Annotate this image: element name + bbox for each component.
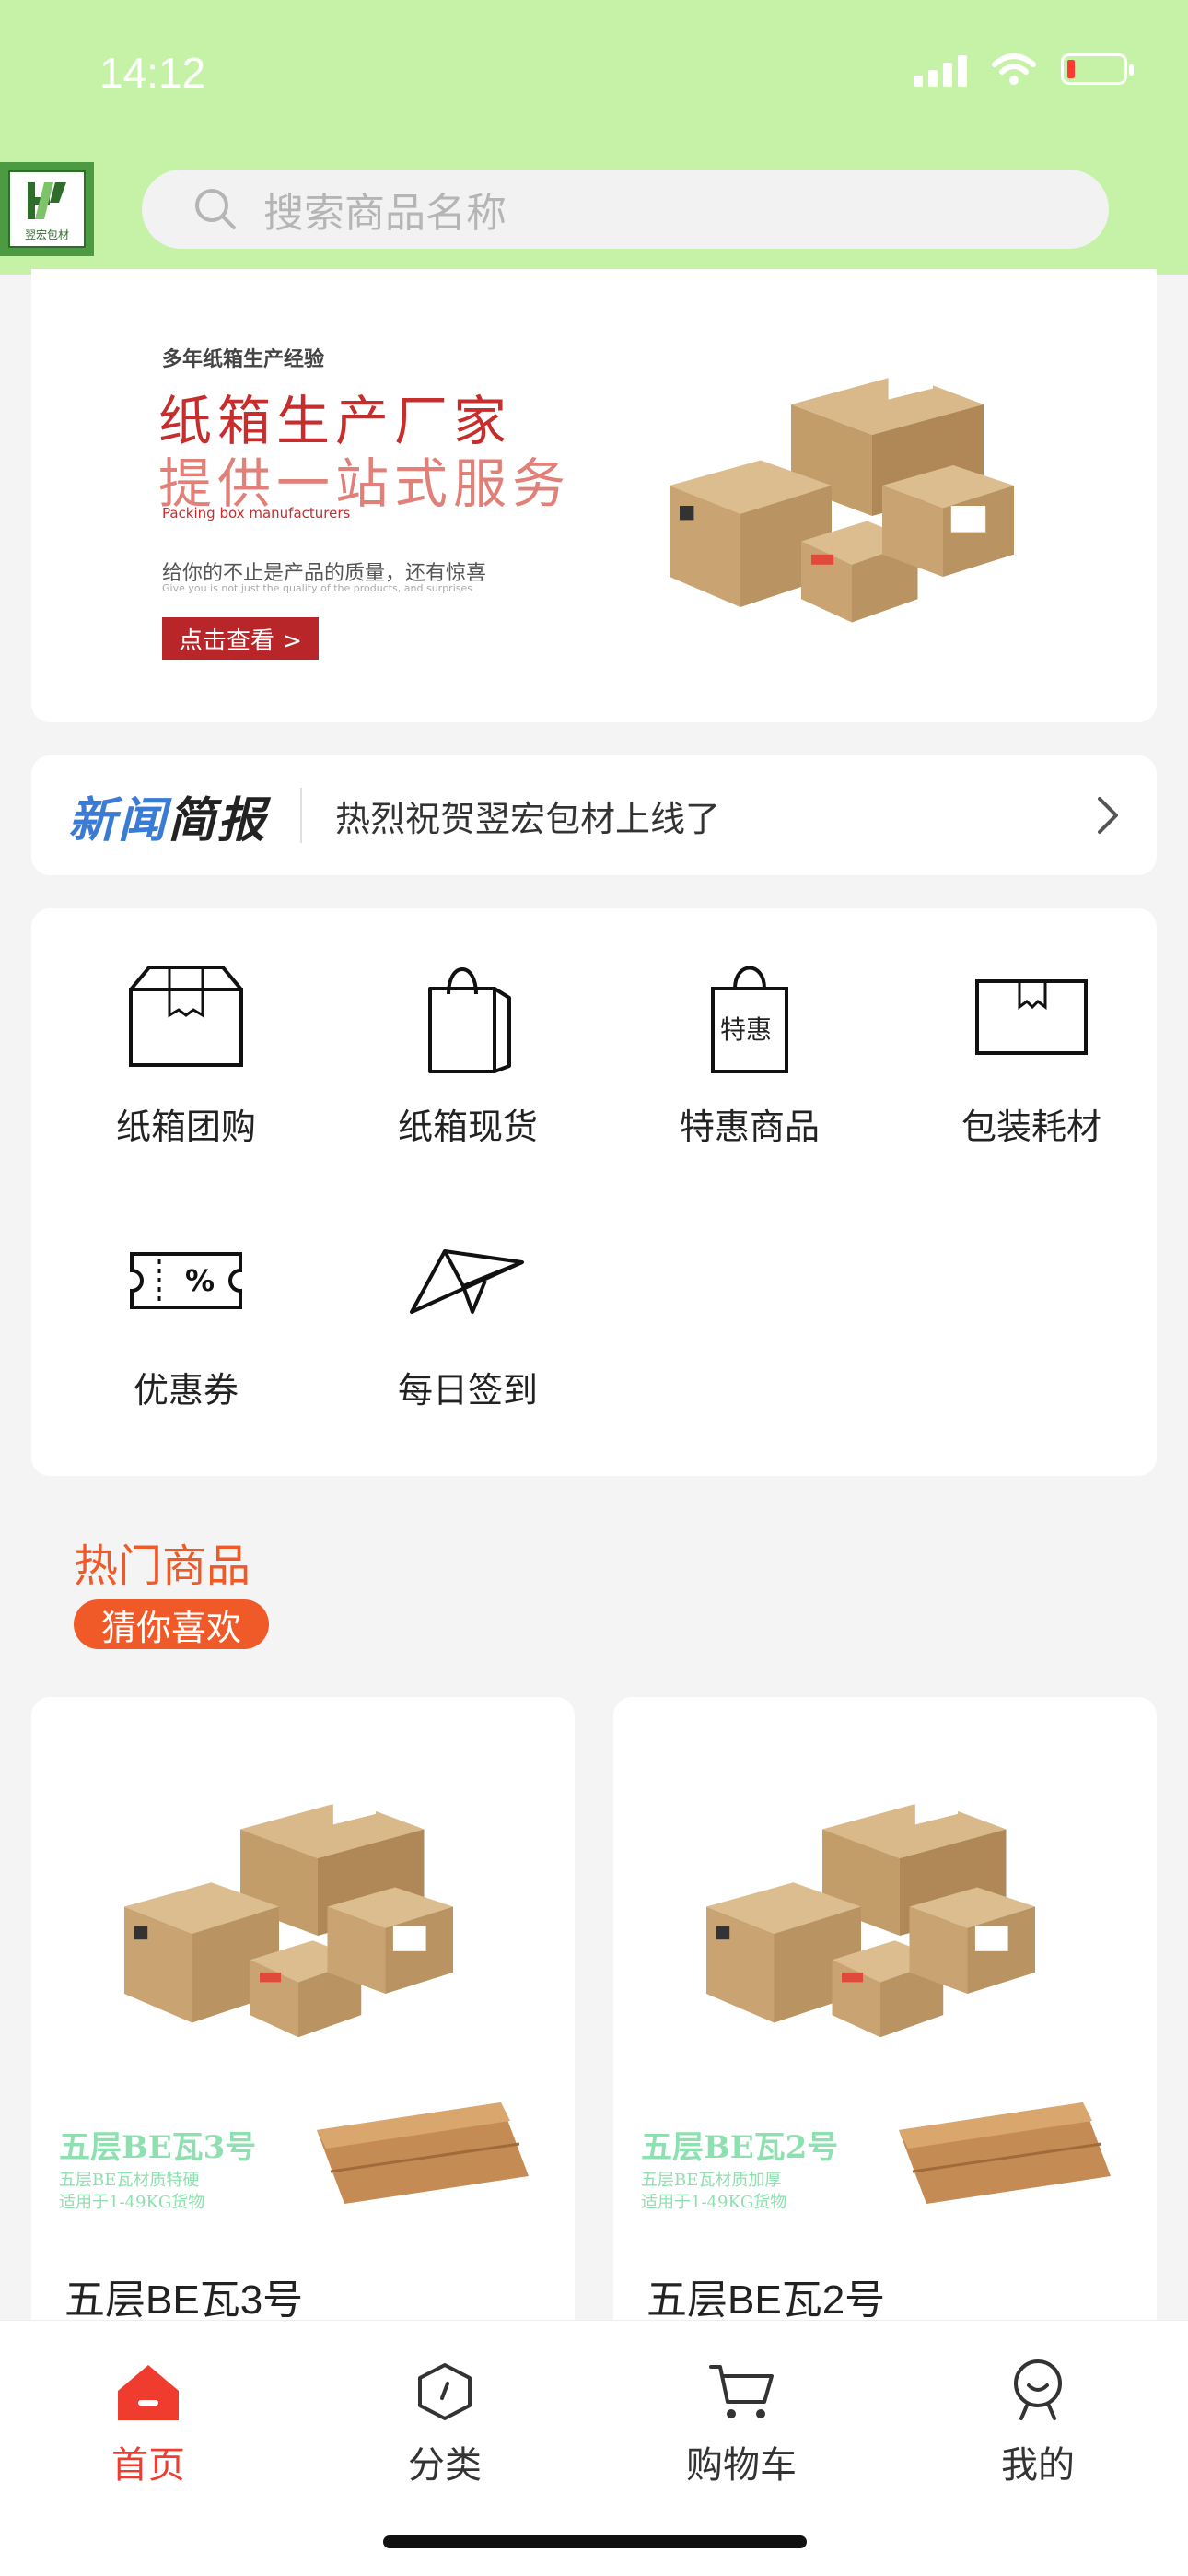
banner-view-button[interactable]: 点击查看 > bbox=[162, 617, 319, 660]
tab-label: 购物车 bbox=[686, 2444, 797, 2487]
product-name: 五层BE瓦2号 bbox=[646, 2277, 886, 2323]
svg-text:适用于1-49KG货物: 适用于1-49KG货物 bbox=[59, 2193, 204, 2212]
news-text: 热烈祝贺翌宏包材上线了 bbox=[335, 798, 721, 839]
guess-you-like-tag: 猜你喜欢 bbox=[74, 1599, 270, 1649]
special-badge: 特惠 bbox=[720, 1014, 773, 1045]
home-indicator[interactable] bbox=[383, 2535, 807, 2548]
news-divider bbox=[300, 788, 303, 843]
chevron-right-icon bbox=[1098, 797, 1118, 834]
tab-label: 首页 bbox=[111, 2444, 185, 2487]
tab-category[interactable]: 分类 bbox=[297, 2321, 593, 2488]
hot-products-title: 热门商品 bbox=[74, 1540, 251, 1592]
search-placeholder: 搜索商品名称 bbox=[263, 190, 507, 237]
cart-icon bbox=[709, 2365, 774, 2418]
grid-label: 纸箱现货 bbox=[397, 1107, 538, 1147]
grid-item-packaging[interactable]: 包装耗材 bbox=[893, 953, 1170, 1149]
grid-label: 包装耗材 bbox=[961, 1107, 1101, 1147]
box-icon bbox=[129, 966, 243, 1067]
svg-text:五层BE瓦3号: 五层BE瓦3号 bbox=[59, 2129, 256, 2166]
grid-item-in-stock[interactable]: 纸箱现货 bbox=[330, 953, 606, 1149]
shopping-bag-icon bbox=[428, 967, 511, 1073]
banner-boxes-image bbox=[670, 357, 1014, 623]
battery-icon bbox=[1061, 53, 1134, 85]
banner-subtitle: 多年纸箱生产经验 bbox=[162, 348, 325, 371]
tab-label: 我的 bbox=[1001, 2444, 1075, 2487]
grid-item-group-buy[interactable]: 纸箱团购 bbox=[48, 953, 324, 1149]
top-bar: 14:12 翌宏包材 搜索商品名称 bbox=[0, 0, 1188, 275]
promo-banner[interactable]: 多年纸箱生产经验 纸箱生产厂家 提供一站式服务 Packing box manu… bbox=[31, 269, 1157, 722]
banner-desc-en: Give you is not just the quality of the … bbox=[162, 582, 472, 594]
svg-text:%: % bbox=[185, 1263, 215, 1298]
grid-item-daily-checkin[interactable]: 每日签到 bbox=[330, 1216, 606, 1412]
grid-label: 特惠商品 bbox=[679, 1107, 820, 1147]
product-card[interactable]: 五层BE瓦3号 五层BE瓦材质特硬 适用于1-49KG货物 五层BE瓦3号 bbox=[31, 1697, 575, 2342]
svg-text:五层BE瓦2号: 五层BE瓦2号 bbox=[641, 2129, 838, 2166]
grid-label: 纸箱团购 bbox=[115, 1107, 256, 1147]
svg-text:五层BE瓦材质特硬: 五层BE瓦材质特硬 bbox=[59, 2171, 199, 2190]
search-bar[interactable]: 搜索商品名称 bbox=[142, 170, 1109, 249]
status-icons bbox=[914, 52, 1134, 87]
news-label: 新闻简报 bbox=[68, 792, 268, 849]
profile-icon bbox=[1014, 2359, 1062, 2420]
home-icon bbox=[118, 2365, 179, 2420]
svg-text:适用于1-49KG货物: 适用于1-49KG货物 bbox=[641, 2193, 786, 2212]
search-icon bbox=[195, 189, 236, 229]
product-card[interactable]: 五层BE瓦2号 五层BE瓦材质加厚 适用于1-49KG货物 五层BE瓦2号 bbox=[613, 1697, 1157, 2342]
coupon-icon: % bbox=[130, 1252, 242, 1309]
paper-plane-icon bbox=[410, 1249, 524, 1314]
product-image: 五层BE瓦2号 五层BE瓦材质加厚 适用于1-49KG货物 bbox=[641, 1785, 1111, 2212]
tab-cart[interactable]: 购物车 bbox=[593, 2321, 890, 2488]
svg-text:五层BE瓦材质加厚: 五层BE瓦材质加厚 bbox=[641, 2171, 781, 2190]
signal-icon bbox=[914, 52, 967, 87]
category-grid: 纸箱团购 纸箱现货 特惠 特惠商品 包装耗材 % 优惠券 每日签到 bbox=[31, 908, 1157, 1476]
grid-label: 优惠券 bbox=[133, 1370, 239, 1411]
tab-home[interactable]: 首页 bbox=[0, 2321, 297, 2488]
logo-text: 翌宏包材 bbox=[24, 228, 69, 241]
wifi-icon bbox=[992, 53, 1036, 85]
tab-label: 分类 bbox=[408, 2444, 482, 2487]
package-icon bbox=[975, 979, 1088, 1055]
news-bar[interactable]: 新闻简报 热烈祝贺翌宏包材上线了 bbox=[31, 755, 1157, 875]
grid-item-special-offer[interactable]: 特惠 特惠商品 bbox=[611, 953, 888, 1149]
grid-item-coupon[interactable]: % 优惠券 bbox=[48, 1216, 324, 1412]
product-image: 五层BE瓦3号 五层BE瓦材质特硬 适用于1-49KG货物 bbox=[59, 1785, 529, 2212]
app-logo[interactable]: 翌宏包材 bbox=[0, 162, 94, 256]
product-name: 五层BE瓦3号 bbox=[64, 2277, 304, 2323]
logo-mark-icon bbox=[28, 181, 66, 219]
category-icon bbox=[418, 2363, 472, 2420]
tab-mine[interactable]: 我的 bbox=[890, 2321, 1186, 2488]
grid-label: 每日签到 bbox=[397, 1370, 538, 1411]
status-time: 14:12 bbox=[99, 49, 206, 97]
banner-english: Packing box manufacturers bbox=[162, 505, 351, 521]
